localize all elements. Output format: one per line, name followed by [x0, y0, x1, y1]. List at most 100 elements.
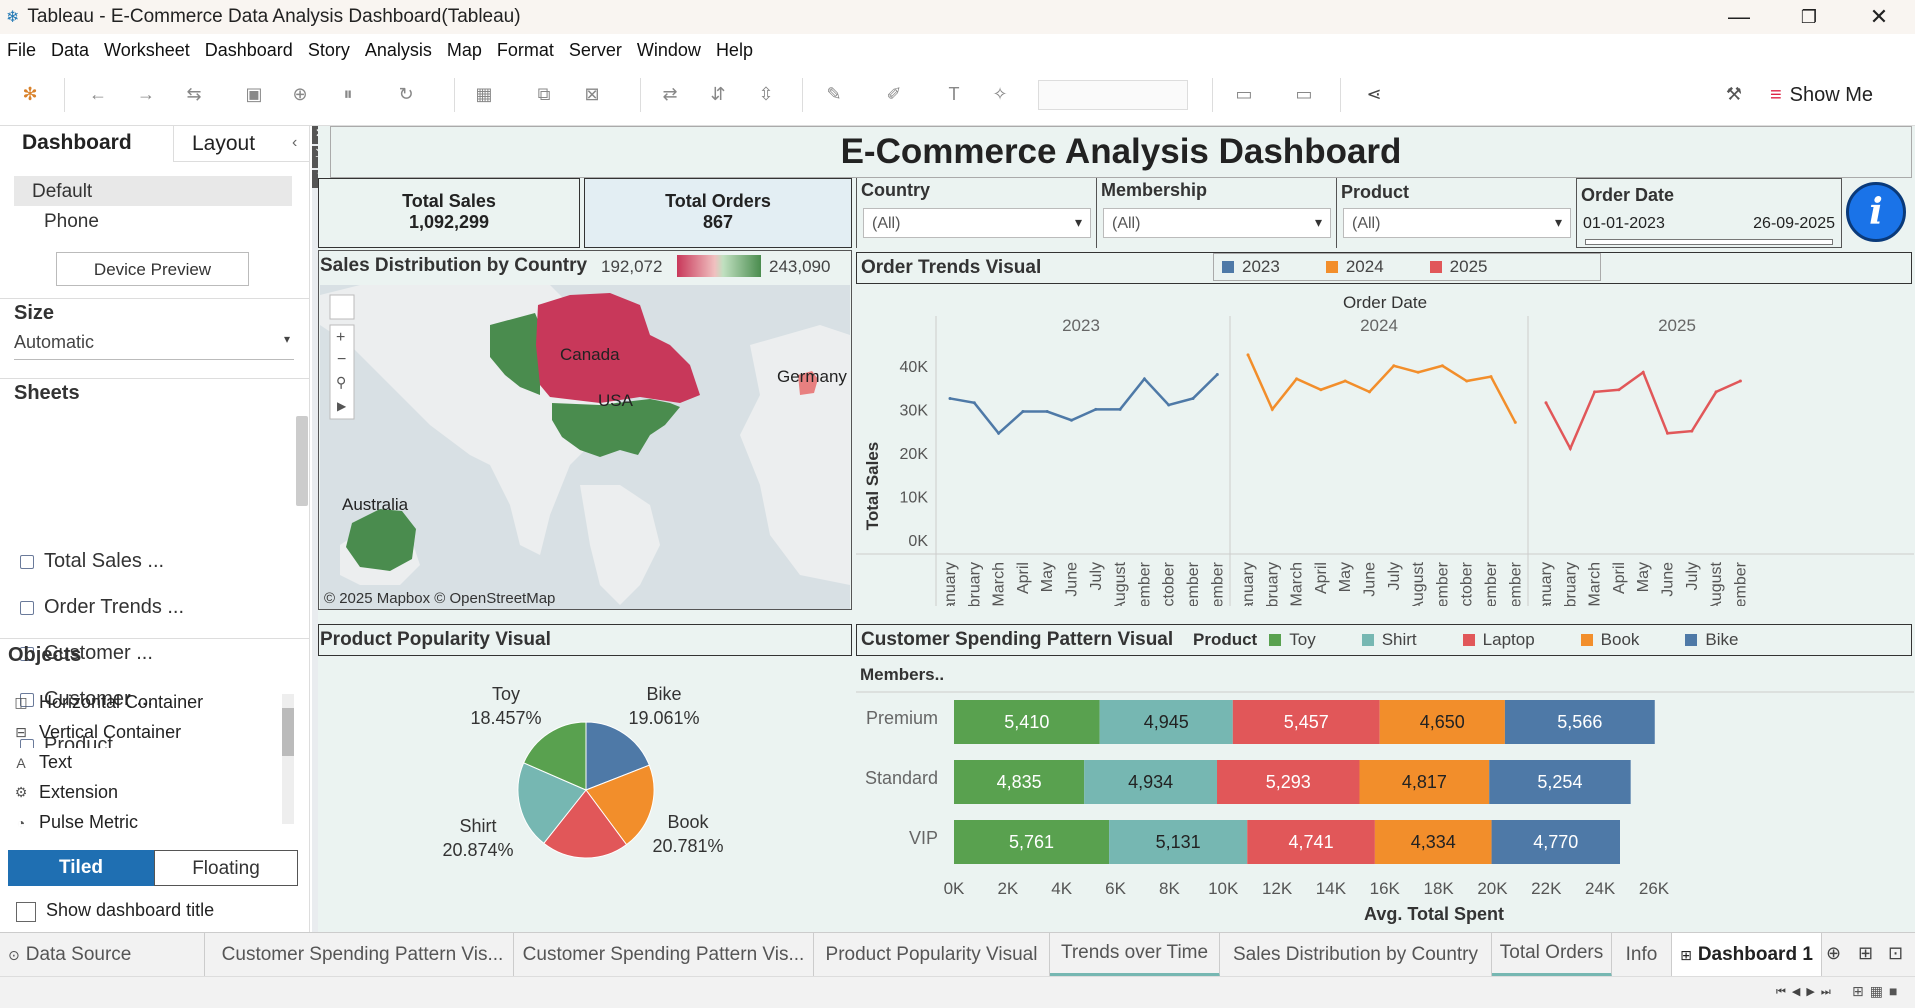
menu-server[interactable]: Server	[562, 40, 630, 61]
tab-data-source[interactable]: ⊙ Data Source	[0, 933, 205, 977]
total-sales-kpi[interactable]: Total Sales 1,092,299	[318, 178, 580, 248]
menu-story[interactable]: Story	[301, 40, 358, 61]
duplicate-sheet-icon[interactable]: ⧉	[530, 80, 558, 108]
fit-dropdown[interactable]	[1038, 80, 1188, 110]
device-preview-button[interactable]: Device Preview	[56, 252, 249, 286]
tab-dashboard[interactable]: Dashboard	[0, 126, 173, 162]
tab-trends-over-time[interactable]: Trends over Time	[1050, 933, 1220, 977]
sort-ascending-icon[interactable]: ⇵	[704, 80, 732, 108]
new-dashboard-tab-icon[interactable]: ⊞	[1858, 943, 1873, 964]
undo-icon[interactable]: ←	[84, 80, 112, 108]
order-date-filter-label: Order Date	[1581, 185, 1675, 205]
new-story-tab-icon[interactable]: ⊡	[1888, 943, 1903, 964]
map-legend-min: 192,072	[601, 257, 663, 276]
menu-file[interactable]: File	[0, 40, 44, 61]
world-map[interactable]: Canada USA Germany Australia © 2025 Mapb…	[320, 285, 850, 609]
tableau-home-icon[interactable]: ✻	[16, 80, 44, 108]
object-horizontal-container[interactable]: ◫ Horizontal Container	[13, 692, 203, 713]
map-label-usa: USA	[598, 391, 634, 410]
map-search-icon[interactable]	[329, 294, 355, 320]
object-label: Horizontal Container	[39, 692, 204, 712]
collapse-panel-icon[interactable]: ‹	[292, 134, 297, 152]
clear-sheet-icon[interactable]: ⊠	[578, 80, 606, 108]
menu-data[interactable]: Data	[44, 40, 97, 61]
presentation-mode-icon[interactable]: ▭	[1290, 80, 1318, 108]
product-popularity-chart[interactable]: Bike 19.061% Book 20.781% Shirt 20.874% Toy 18.…	[318, 658, 852, 930]
product-dropdown[interactable]: (All)	[1343, 208, 1571, 238]
sheets-scrollbar[interactable]	[296, 416, 308, 506]
menu-format[interactable]: Format	[490, 40, 562, 61]
sheet-item[interactable]: Order Trends ...	[20, 596, 184, 619]
customer-spending-chart[interactable]: Members.. Premium 5,410 4,945 5,457 4,650 5,56…	[856, 658, 1914, 930]
object-vertical-container[interactable]: ⊟ Vertical Container	[13, 722, 181, 743]
tab-product-popularity[interactable]: Product Popularity Visual	[814, 933, 1050, 977]
size-dropdown[interactable]: Automatic ▾	[14, 332, 294, 360]
tab-dashboard-1[interactable]: ⊞ Dashboard 1	[1672, 933, 1822, 977]
tiled-button[interactable]: Tiled	[8, 850, 154, 886]
menu-dashboard[interactable]: Dashboard	[198, 40, 301, 61]
new-worksheet-tab-icon[interactable]: ⊕	[1826, 943, 1841, 964]
group-icon[interactable]: ✐	[880, 80, 908, 108]
redo-icon[interactable]: →	[132, 80, 160, 108]
replay-icon[interactable]: ⇆	[180, 80, 208, 108]
device-phone[interactable]: Phone	[44, 211, 99, 233]
floating-button[interactable]: Floating	[154, 850, 298, 886]
show-me-button[interactable]: ≡ Show Me	[1770, 80, 1873, 110]
device-default[interactable]: Default	[14, 176, 292, 206]
sort-descending-icon[interactable]: ⇳	[752, 80, 780, 108]
object-pulse-metric[interactable]: ◔ Pulse Metric	[13, 812, 138, 833]
show-labels-icon[interactable]: T	[940, 80, 968, 108]
menu-analysis[interactable]: Analysis	[358, 40, 440, 61]
highlight-icon[interactable]: ✎	[820, 80, 848, 108]
month-label: January	[942, 562, 959, 606]
order-trends-chart[interactable]: Order Date Total Sales 0K 10K 20K 30K 40K 2023 J…	[856, 286, 1914, 606]
tab-total-orders[interactable]: Total Orders	[1492, 933, 1612, 977]
total-orders-kpi[interactable]: Total Orders 867	[584, 178, 852, 248]
new-worksheet-icon[interactable]: ▦	[470, 80, 498, 108]
fix-axes-icon[interactable]: ✧	[986, 80, 1014, 108]
left-panel: Dashboard Layout ‹ Default Phone Device …	[0, 126, 310, 932]
menu-map[interactable]: Map	[440, 40, 490, 61]
membership-dropdown[interactable]: (All)	[1103, 208, 1331, 238]
legend-swatch-toy	[1269, 634, 1282, 646]
refresh-icon[interactable]: ↻	[392, 80, 420, 108]
new-data-source-icon[interactable]: ⊕	[286, 80, 314, 108]
restore-button[interactable]: ❐	[1778, 0, 1840, 34]
x-tick-label: 12K	[1262, 879, 1293, 898]
tab-layout[interactable]: Layout	[173, 126, 310, 162]
objects-scrollbar[interactable]	[282, 694, 294, 824]
view-toggle-icons[interactable]: ⊞▦■	[1852, 983, 1903, 1000]
swap-axes-icon[interactable]: ⇄	[656, 80, 684, 108]
tab-customer-spending-2[interactable]: Customer Spending Pattern Vis...	[514, 933, 814, 977]
data-point	[1142, 377, 1146, 381]
order-date-slider[interactable]	[1585, 239, 1833, 245]
minimize-button[interactable]: —	[1708, 0, 1770, 34]
month-label: May	[1337, 562, 1354, 592]
share-icon[interactable]: ⋖	[1360, 80, 1388, 108]
save-icon[interactable]: ▣	[240, 80, 268, 108]
country-filter-label: Country	[861, 180, 930, 200]
country-dropdown[interactable]: (All)	[863, 208, 1091, 238]
y-axis-title: Total Sales	[863, 442, 882, 531]
menu-help[interactable]: Help	[709, 40, 761, 61]
legend-swatch-laptop	[1462, 634, 1475, 646]
legend-label-laptop: Laptop	[1482, 630, 1535, 649]
menu-worksheet[interactable]: Worksheet	[97, 40, 198, 61]
show-title-checkbox[interactable]	[16, 902, 36, 922]
object-extension[interactable]: ⚙ Extension	[13, 782, 118, 803]
sheet-item[interactable]: Total Sales ...	[20, 550, 164, 573]
format-painter-icon[interactable]: ⚒	[1720, 80, 1748, 108]
tab-sales-distribution[interactable]: Sales Distribution by Country	[1220, 933, 1492, 977]
cards-icon[interactable]: ▭	[1230, 80, 1258, 108]
menu-window[interactable]: Window	[630, 40, 709, 61]
sheet-navigation[interactable]: ⏮◀▶⏭	[1776, 985, 1837, 999]
month-label: February	[966, 562, 983, 606]
sheet-tabs-bar: ⊙ Data Source Customer Spending Pattern V…	[0, 932, 1915, 977]
x-tick-label: 22K	[1531, 879, 1562, 898]
object-text[interactable]: A Text	[13, 752, 72, 773]
close-button[interactable]: ✕	[1848, 0, 1910, 34]
tab-info[interactable]: Info	[1612, 933, 1672, 977]
pause-updates-icon[interactable]: ⏸	[334, 80, 362, 108]
info-icon[interactable]: i	[1846, 182, 1906, 242]
tab-customer-spending-1[interactable]: Customer Spending Pattern Vis...	[212, 933, 514, 977]
